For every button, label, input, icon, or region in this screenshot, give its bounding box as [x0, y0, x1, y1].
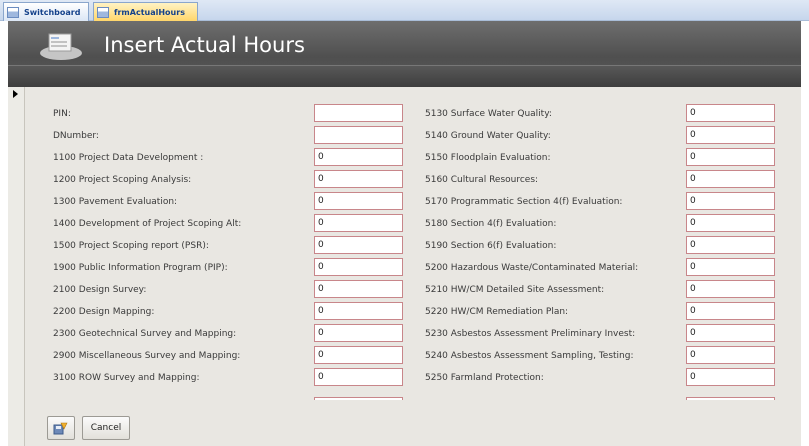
field-label-1900: 1900 Public Information Program (PIP):: [53, 263, 228, 273]
form-icon: [97, 6, 109, 18]
hours-input-1100[interactable]: 0: [314, 148, 403, 166]
pin-input[interactable]: [314, 104, 403, 122]
hours-input-5170[interactable]: 0: [686, 192, 775, 210]
hours-input-5250[interactable]: 0: [686, 368, 775, 386]
save-icon: [53, 422, 68, 435]
field-label-2900: 2900 Miscellaneous Survey and Mapping:: [53, 351, 241, 361]
hours-input-1900[interactable]: 0: [314, 258, 403, 276]
field-label-5140: 5140 Ground Water Quality:: [425, 131, 551, 141]
hours-input-1200[interactable]: 0: [314, 170, 403, 188]
hours-input-5130[interactable]: 0: [686, 104, 775, 122]
form-icon: [40, 33, 82, 60]
field-label-5230: 5230 Asbestos Assessment Preliminary Inv…: [425, 329, 636, 339]
field-label-5210: 5210 HW/CM Detailed Site Assessment:: [425, 285, 605, 295]
form-icon: [7, 6, 19, 18]
hours-input-5140[interactable]: 0: [686, 126, 775, 144]
field-label-5170: 5170 Programmatic Section 4(f) Evaluatio…: [425, 197, 623, 207]
tab-frmactualhours[interactable]: frmActualHours: [93, 2, 198, 21]
form-footer: Cancel: [25, 400, 801, 446]
hours-input-2300[interactable]: 0: [314, 324, 403, 342]
tab-label: Switchboard: [24, 7, 81, 17]
field-label-2200: 2200 Design Mapping:: [53, 307, 155, 317]
field-label-3100: 3100 ROW Survey and Mapping:: [53, 373, 200, 383]
field-label-1400: 1400 Development of Project Scoping Alt:: [53, 219, 242, 229]
hours-input-5150[interactable]: 0: [686, 148, 775, 166]
hours-input-1300[interactable]: 0: [314, 192, 403, 210]
hours-input-2200[interactable]: 0: [314, 302, 403, 320]
field-label-5190: 5190 Section 6(f) Evaluation:: [425, 241, 557, 251]
record-selector[interactable]: [8, 87, 25, 446]
field-label-1500: 1500 Project Scoping report (PSR):: [53, 241, 209, 251]
tab-label: frmActualHours: [114, 7, 185, 17]
hours-input-5190[interactable]: 0: [686, 236, 775, 254]
form-detail: PIN: DNumber: 1100 Project Data Developm…: [25, 87, 801, 400]
field-label-5130: 5130 Surface Water Quality:: [425, 109, 552, 119]
hours-input-5210[interactable]: 0: [686, 280, 775, 298]
field-label-5220: 5220 HW/CM Remediation Plan:: [425, 307, 569, 317]
field-label-1100: 1100 Project Data Development :: [53, 153, 204, 163]
field-label-pin: PIN:: [53, 109, 71, 119]
current-record-arrow-icon: [13, 90, 18, 98]
field-label-5240: 5240 Asbestos Assessment Sampling, Testi…: [425, 351, 634, 361]
hours-input-2100[interactable]: 0: [314, 280, 403, 298]
field-label-1300: 1300 Pavement Evaluation:: [53, 197, 178, 207]
field-label-5180: 5180 Section 4(f) Evaluation:: [425, 219, 557, 229]
field-label-dnumber: DNumber:: [53, 131, 99, 141]
hours-input-5240[interactable]: 0: [686, 346, 775, 364]
hours-input-5180[interactable]: 0: [686, 214, 775, 232]
hours-input-2900[interactable]: 0: [314, 346, 403, 364]
save-button[interactable]: [47, 416, 75, 440]
hours-input-5220[interactable]: 0: [686, 302, 775, 320]
field-label-5200: 5200 Hazardous Waste/Contaminated Materi…: [425, 263, 639, 273]
field-label-2100: 2100 Design Survey:: [53, 285, 147, 295]
field-label-5150: 5150 Floodplain Evaluation:: [425, 153, 551, 163]
cancel-button[interactable]: Cancel: [82, 416, 130, 440]
hours-input-3100[interactable]: 0: [314, 368, 403, 386]
field-label-1200: 1200 Project Scoping Analysis:: [53, 175, 192, 185]
field-label-5250: 5250 Farmland Protection:: [425, 373, 544, 383]
tab-switchboard[interactable]: Switchboard: [3, 2, 89, 21]
field-label-2300: 2300 Geotechnical Survey and Mapping:: [53, 329, 237, 339]
form-title: Insert Actual Hours: [104, 33, 305, 57]
field-label-5160: 5160 Cultural Resources:: [425, 175, 539, 185]
dnumber-input[interactable]: [314, 126, 403, 144]
header-band: [8, 65, 801, 87]
hours-input-1500[interactable]: 0: [314, 236, 403, 254]
hours-input-1400[interactable]: 0: [314, 214, 403, 232]
form-body: PIN: DNumber: 1100 Project Data Developm…: [8, 87, 801, 446]
hours-input-5160[interactable]: 0: [686, 170, 775, 188]
document-tab-strip: Switchboard frmActualHours: [0, 0, 809, 21]
hours-input-5200[interactable]: 0: [686, 258, 775, 276]
hours-input-5230[interactable]: 0: [686, 324, 775, 342]
